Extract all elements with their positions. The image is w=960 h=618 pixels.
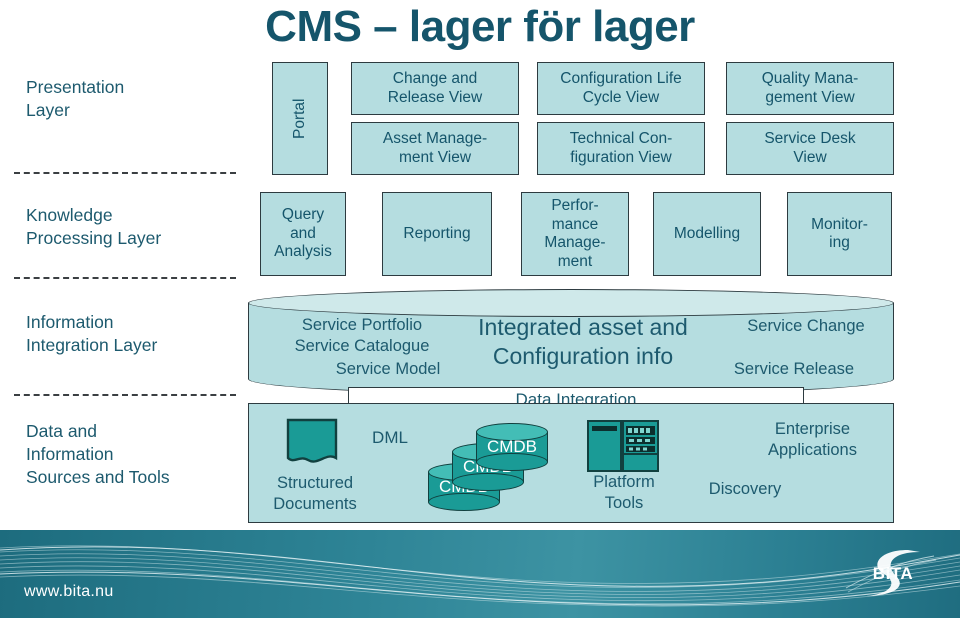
page-title: CMS – lager för lager [265, 2, 695, 51]
dml-label: DML [372, 428, 408, 447]
layer-label-data: Data and Information Sources and Tools [26, 421, 170, 487]
cylinder-label-integrated-asset: Integrated asset and Configuration info [478, 314, 688, 369]
presentation-box-config-life-cycle-view[interactable]: Configuration Life Cycle View [537, 62, 705, 115]
knowledge-box-modelling[interactable]: Modelling [653, 192, 761, 276]
presentation-box-service-desk-view[interactable]: Service Desk View [726, 122, 894, 175]
layer-label-information: Information Integration Layer [26, 312, 158, 355]
cmdb-cylinder-back: CMDB [476, 423, 548, 471]
presentation-box-change-release-view[interactable]: Change and Release View [351, 62, 519, 115]
knowledge-box-query-and-analysis[interactable]: Query and Analysis [260, 192, 346, 276]
discovery-label: Discovery [708, 480, 782, 498]
footer-url[interactable]: www.bita.nu [24, 583, 114, 601]
layer-divider-2 [14, 277, 236, 279]
presentation-box-quality-management-view[interactable]: Quality Mana- gement View [726, 62, 894, 115]
presentation-box-asset-management-view[interactable]: Asset Manage- ment View [351, 122, 519, 175]
footer-banner: www.bita.nu BiTA [0, 530, 960, 618]
cmdb-label: CMDB [486, 437, 538, 456]
knowledge-box-monitoring[interactable]: Monitor- ing [787, 192, 892, 276]
slide-canvas: CMS – lager för lager Presentation Layer… [0, 0, 960, 618]
cylinder-label-service-release: Service Release [733, 360, 855, 378]
platform-tools-server-icon [587, 420, 659, 472]
layer-label-presentation: Presentation Layer [26, 77, 125, 120]
cylinder-label-service-change: Service Change [747, 317, 865, 335]
cylinder-label-service-portfolio: Service Portfolio Service Catalogue [294, 316, 430, 355]
footer-wave-graphic [0, 545, 960, 607]
presentation-box-technical-config-view[interactable]: Technical Con- figuration View [537, 122, 705, 175]
bita-logo-text: BiTA [872, 564, 914, 583]
layer-divider-1 [14, 172, 236, 174]
bita-logo: BiTA [838, 544, 948, 604]
structured-documents-label: Structured Documents [273, 474, 357, 513]
layer-label-knowledge: Knowledge Processing Layer [26, 205, 162, 248]
platform-tools-label: Platform Tools [593, 473, 655, 512]
layer-divider-3 [14, 394, 236, 396]
structured-documents-icon [286, 418, 338, 470]
presentation-box-portal[interactable]: Portal [272, 62, 328, 175]
knowledge-box-reporting[interactable]: Reporting [382, 192, 492, 276]
knowledge-box-performance-management[interactable]: Perfor- mance Manage- ment [521, 192, 629, 276]
enterprise-applications-label: Enterprise Applications [768, 420, 857, 459]
